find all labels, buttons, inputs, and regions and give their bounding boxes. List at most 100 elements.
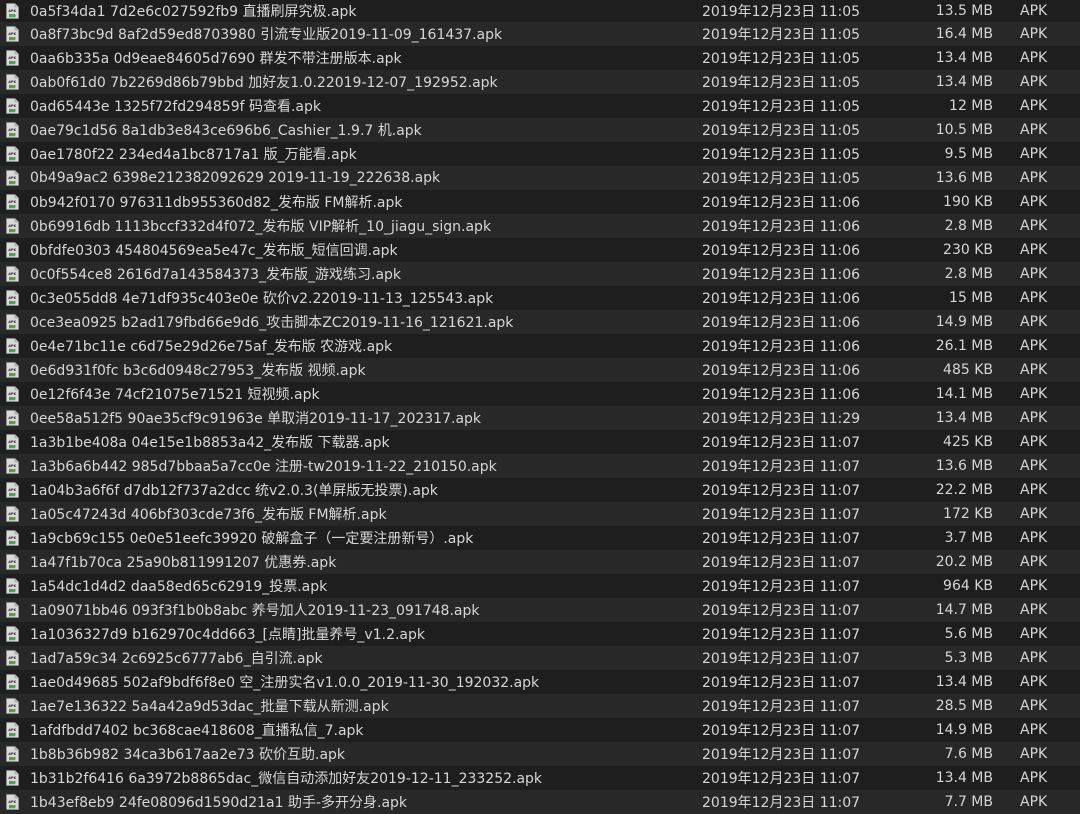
svg-text:APK: APK [8,128,16,132]
svg-text:APK: APK [8,104,16,108]
file-kind: APK [1020,410,1048,426]
file-kind: APK [1020,458,1048,474]
file-kind: APK [1020,602,1048,618]
svg-text:APK: APK [8,680,16,684]
file-row[interactable]: APK 0aa6b335a 0d9eae84605d7690 群发不带注册版本.… [0,46,1080,70]
apk-file-icon: APK [6,434,19,450]
file-row[interactable]: APK 1a9cb69c155 0e0e51eefc39920 破解盒子（一定要… [0,526,1080,550]
file-row[interactable]: APK 1a3b1be408a 04e15e1b8853a42_发布版 下载器.… [0,430,1080,454]
file-row[interactable]: APK 0b69916db 1113bccf332d4f072_发布版 VIP解… [0,214,1080,238]
file-row[interactable]: APK 0a5f34da1 7d2e6c027592fb9 直播刷屏究极.apk… [0,0,1080,22]
file-row[interactable]: APK 1a47f1b70ca 25a90b811991207 优惠券.apk … [0,550,1080,574]
file-size: 26.1 MB [935,338,993,354]
file-kind: APK [1020,746,1048,762]
file-row[interactable]: APK 1ad7a59c34 2c6925c6777ab6_自引流.apk 20… [0,646,1080,670]
file-row[interactable]: APK 0b942f0170 976311db955360d82_发布版 FM解… [0,190,1080,214]
file-size: 10.5 MB [935,122,993,138]
file-row[interactable]: APK 1a3b6a6b442 985d7bbaa5a7cc0e 注册-tw20… [0,454,1080,478]
file-name: 1a1036327d9 b162970c4dd663_[点睛]批量养号_v1.2… [30,627,426,643]
file-size: 13.4 MB [935,410,993,426]
file-name: 0aa6b335a 0d9eae84605d7690 群发不带注册版本.apk [30,51,402,67]
file-size: 14.9 MB [935,314,993,330]
apk-file-icon: APK [6,386,19,402]
file-size: 172 KB [943,506,993,522]
file-name: 0a8f73bc9d 8af2d59ed8703980 引流专业版2019-11… [30,27,503,43]
file-row[interactable]: APK 1ae0d49685 502af9bdf6f8e0 空_注册实名v1.0… [0,670,1080,694]
svg-text:APK: APK [8,488,16,492]
file-row[interactable]: APK 1afdfbdd7402 bc368cae418608_直播私信_7.a… [0,718,1080,742]
file-row[interactable]: APK 0c0f554ce8 2616d7a143584373_发布版_游戏练习… [0,262,1080,286]
file-size: 13.5 MB [935,3,993,19]
apk-file-icon: APK [6,74,19,90]
file-date-modified: 2019年12月23日 11:06 [702,363,861,379]
file-kind: APK [1020,290,1048,306]
file-row[interactable]: APK 0c3e055dd8 4e71df935c403e0e 砍价v2.220… [0,286,1080,310]
file-date-modified: 2019年12月23日 11:07 [702,459,861,475]
file-row[interactable]: APK 1a1036327d9 b162970c4dd663_[点睛]批量养号_… [0,622,1080,646]
svg-text:APK: APK [8,656,16,660]
apk-file-icon: APK [6,146,19,162]
file-date-modified: 2019年12月23日 11:05 [702,99,861,115]
file-kind: APK [1020,194,1048,210]
file-row[interactable]: APK 1b43ef8eb9 24fe08096d1590d21a1 助手-多开… [0,790,1080,814]
file-row[interactable]: APK 0b49a9ac2 6398e212382092629 2019-11-… [0,166,1080,190]
svg-text:APK: APK [8,536,16,540]
file-size: 425 KB [943,434,993,450]
file-row[interactable]: APK 1a54dc1d4d2 daa58ed65c62919_投票.apk 2… [0,574,1080,598]
file-row[interactable]: APK 1b8b36b982 34ca3b617aa2e73 砍价互助.apk … [0,742,1080,766]
file-name: 0ab0f61d0 7b2269d86b79bbd 加好友1.0.22019-1… [30,75,498,91]
file-kind: APK [1020,3,1048,19]
file-row[interactable]: APK 1a09071bb46 093f3f1b0b8abc 养号加人2019-… [0,598,1080,622]
file-date-modified: 2019年12月23日 11:07 [702,531,861,547]
file-size: 13.4 MB [935,674,993,690]
file-size: 14.1 MB [935,386,993,402]
svg-text:APK: APK [8,608,16,612]
file-row[interactable]: APK 1a04b3a6f6f d7db12f737a2dcc 统v2.0.3(… [0,478,1080,502]
file-name: 0e4e71bc11e c6d75e29d26e75af_发布版 农游戏.apk [30,339,393,355]
file-date-modified: 2019年12月23日 11:05 [702,4,861,20]
file-row[interactable]: APK 0e12f6f43e 74cf21075e71521 短视频.apk 2… [0,382,1080,406]
file-row[interactable]: APK 0e4e71bc11e c6d75e29d26e75af_发布版 农游戏… [0,334,1080,358]
file-kind: APK [1020,482,1048,498]
file-date-modified: 2019年12月23日 11:07 [702,699,861,715]
svg-text:APK: APK [8,272,16,276]
file-name: 0b942f0170 976311db955360d82_发布版 FM解析.ap… [30,195,403,211]
apk-file-icon: APK [6,266,19,282]
svg-text:APK: APK [8,296,16,300]
file-date-modified: 2019年12月23日 11:06 [702,291,861,307]
file-name: 0a5f34da1 7d2e6c027592fb9 直播刷屏究极.apk [30,4,357,20]
apk-file-icon: APK [6,698,19,714]
file-list: APK 0a5f34da1 7d2e6c027592fb9 直播刷屏究极.apk… [0,0,1080,814]
apk-file-icon: APK [6,98,19,114]
file-date-modified: 2019年12月23日 11:06 [702,195,861,211]
svg-text:APK: APK [8,56,16,60]
file-kind: APK [1020,794,1048,810]
file-size: 2.8 MB [944,266,993,282]
file-row[interactable]: APK 1a05c47243d 406bf303cde73f6_发布版 FM解析… [0,502,1080,526]
file-kind: APK [1020,554,1048,570]
svg-text:APK: APK [8,776,16,780]
file-row[interactable]: APK 0ab0f61d0 7b2269d86b79bbd 加好友1.0.220… [0,70,1080,94]
file-size: 13.6 MB [935,170,993,186]
file-row[interactable]: APK 0a8f73bc9d 8af2d59ed8703980 引流专业版201… [0,22,1080,46]
svg-text:APK: APK [8,392,16,396]
file-row[interactable]: APK 1b31b2f6416 6a3972b8865dac_微信自动添加好友2… [0,766,1080,790]
file-row[interactable]: APK 1ae7e136322 5a4a42a9d53dac_批量下载从新测.a… [0,694,1080,718]
file-row[interactable]: APK 0ad65443e 1325f72fd294859f 码查看.apk 2… [0,94,1080,118]
file-date-modified: 2019年12月23日 11:06 [702,267,861,283]
file-row[interactable]: APK 0e6d931f0fc b3c6d0948c27953_发布版 视频.a… [0,358,1080,382]
file-name: 1afdfbdd7402 bc368cae418608_直播私信_7.apk [30,723,364,739]
file-row[interactable]: APK 0ee58a512f5 90ae35cf9c91963e 单取消2019… [0,406,1080,430]
apk-file-icon: APK [6,770,19,786]
apk-file-icon: APK [6,626,19,642]
svg-text:APK: APK [8,704,16,708]
file-kind: APK [1020,242,1048,258]
file-row[interactable]: APK 0ce3ea0925 b2ad179fbd66e9d6_攻击脚本ZC20… [0,310,1080,334]
file-name: 0c3e055dd8 4e71df935c403e0e 砍价v2.22019-1… [30,291,494,307]
file-kind: APK [1020,50,1048,66]
file-row[interactable]: APK 0ae1780f22 234ed4a1bc8717a1 版_万能看.ap… [0,142,1080,166]
apk-file-icon: APK [6,578,19,594]
file-row[interactable]: APK 0ae79c1d56 8a1db3e843ce696b6_Cashier… [0,118,1080,142]
file-row[interactable]: APK 0bfdfe0303 454804569ea5e47c_发布版_短信回调… [0,238,1080,262]
file-kind: APK [1020,722,1048,738]
